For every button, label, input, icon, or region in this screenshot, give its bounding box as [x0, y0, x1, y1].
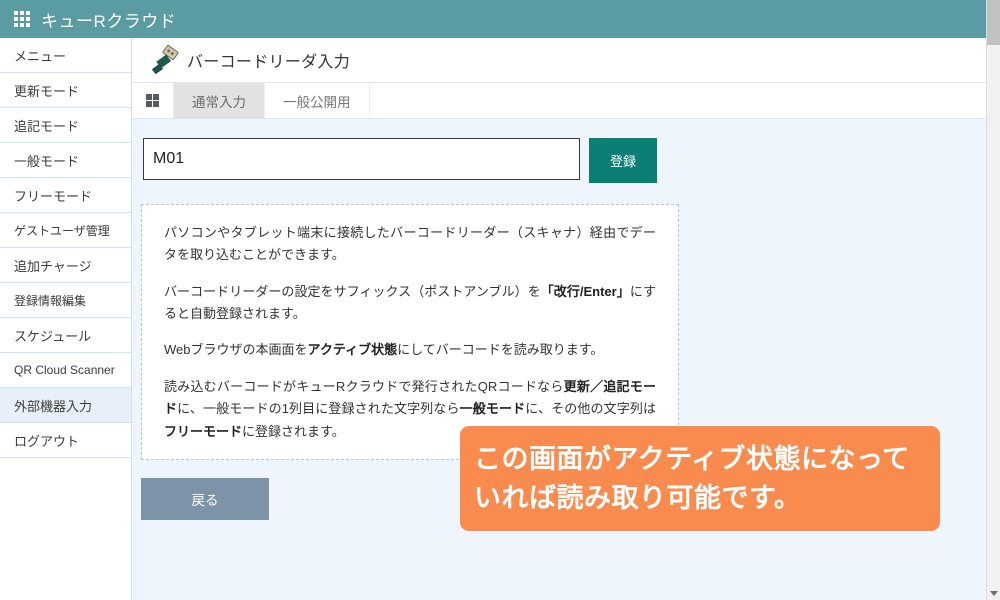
sidebar-item-qr-cloud-scanner[interactable]: QR Cloud Scanner [0, 353, 131, 388]
page-title: バーコードリーダ入力 [187, 54, 351, 71]
sidebar-item-menu[interactable]: メニュー [0, 38, 131, 73]
tab-label: 一般公開用 [283, 94, 351, 110]
register-button[interactable]: 登録 [589, 138, 657, 183]
instruction-paragraph-1: パソコンやタブレット端末に接続したバーコードリーダー（スキャナ）経由でデータを取… [164, 225, 656, 263]
main-content: バーコードリーダ入力 通常入力 一般公開用 登録 パソコンやタブレット端末に接続… [132, 38, 986, 600]
active-state-callout: この画面がアクティブ状態になっていれば読み取り可能です。 [460, 426, 940, 531]
top-bar: キューRクラウド [0, 0, 986, 38]
sidebar-item-label: 追加チャージ [14, 258, 92, 274]
sidebar-item-guest-user-admin[interactable]: ゲストユーザ管理 [0, 213, 131, 248]
back-button[interactable]: 戻る [141, 477, 269, 520]
sidebar-item-update-mode[interactable]: 更新モード [0, 73, 131, 108]
sidebar-item-logout[interactable]: ログアウト [0, 423, 131, 458]
sidebar-item-label: ログアウト [14, 433, 80, 449]
sidebar-item-free-mode[interactable]: フリーモード [0, 178, 131, 213]
apps-grid-icon[interactable] [14, 11, 30, 27]
callout-text: この画面がアクティブ状態になっていれば読み取り可能です。 [474, 444, 910, 513]
sidebar-item-label: 外部機器入力 [14, 398, 93, 414]
tab-bar: 通常入力 一般公開用 [132, 83, 986, 119]
sidebar-item-label: スケジュール [14, 328, 92, 344]
vertical-scroll-thumb[interactable] [987, 0, 1000, 45]
sidebar-item-external-device-input[interactable]: 外部機器入力 [0, 388, 131, 423]
tab-public-use[interactable]: 一般公開用 [265, 83, 370, 118]
scroll-down-arrow[interactable] [987, 586, 1000, 600]
sidebar-item-schedule[interactable]: スケジュール [0, 318, 131, 353]
vertical-scrollbar[interactable] [986, 0, 1000, 600]
brand-title: キューRクラウド [41, 11, 177, 31]
sidebar-item-label: ゲストユーザ管理 [14, 223, 110, 238]
sidebar-item-append-mode[interactable]: 追記モード [0, 108, 131, 143]
sidebar-item-label: 更新モード [14, 83, 80, 99]
tab-label: 通常入力 [192, 94, 246, 110]
sidebar-item-label: 一般モード [14, 153, 80, 169]
sidebar-item-additional-charge[interactable]: 追加チャージ [0, 248, 131, 283]
barcode-scan-input[interactable] [143, 138, 580, 180]
sidebar-item-edit-registration-info[interactable]: 登録情報編集 [0, 283, 131, 318]
sidebar-item-label: フリーモード [14, 188, 93, 204]
sidebar-item-general-mode[interactable]: 一般モード [0, 143, 131, 178]
instruction-paragraph-2: バーコードリーダーの設定をサフィックス（ポストアンブル）を「改行/Enter」に… [164, 283, 657, 322]
instruction-paragraph-3: Webブラウザの本画面をアクティブ状態にしてバーコードを読み取ります。 [164, 342, 604, 358]
tab-normal-input[interactable]: 通常入力 [174, 83, 265, 118]
page-header: バーコードリーダ入力 [132, 38, 986, 83]
sidebar-item-label: 追記モード [14, 118, 80, 134]
grid-view-icon[interactable] [132, 83, 174, 118]
instructions-panel: パソコンやタブレット端末に接続したバーコードリーダー（スキャナ）経由でデータを取… [141, 204, 679, 460]
sidebar-item-label: メニュー [14, 48, 67, 64]
scan-form-row: 登録 [132, 119, 986, 183]
usb-plug-icon [151, 45, 179, 75]
sidebar: メニュー 更新モード 追記モード 一般モード フリーモード ゲストユーザ管理 追… [0, 38, 132, 600]
sidebar-item-label: QR Cloud Scanner [14, 363, 115, 377]
app-window: キューRクラウド メニュー 更新モード 追記モード 一般モード フリーモード ゲ… [0, 0, 1000, 600]
sidebar-item-label: 登録情報編集 [14, 293, 87, 308]
